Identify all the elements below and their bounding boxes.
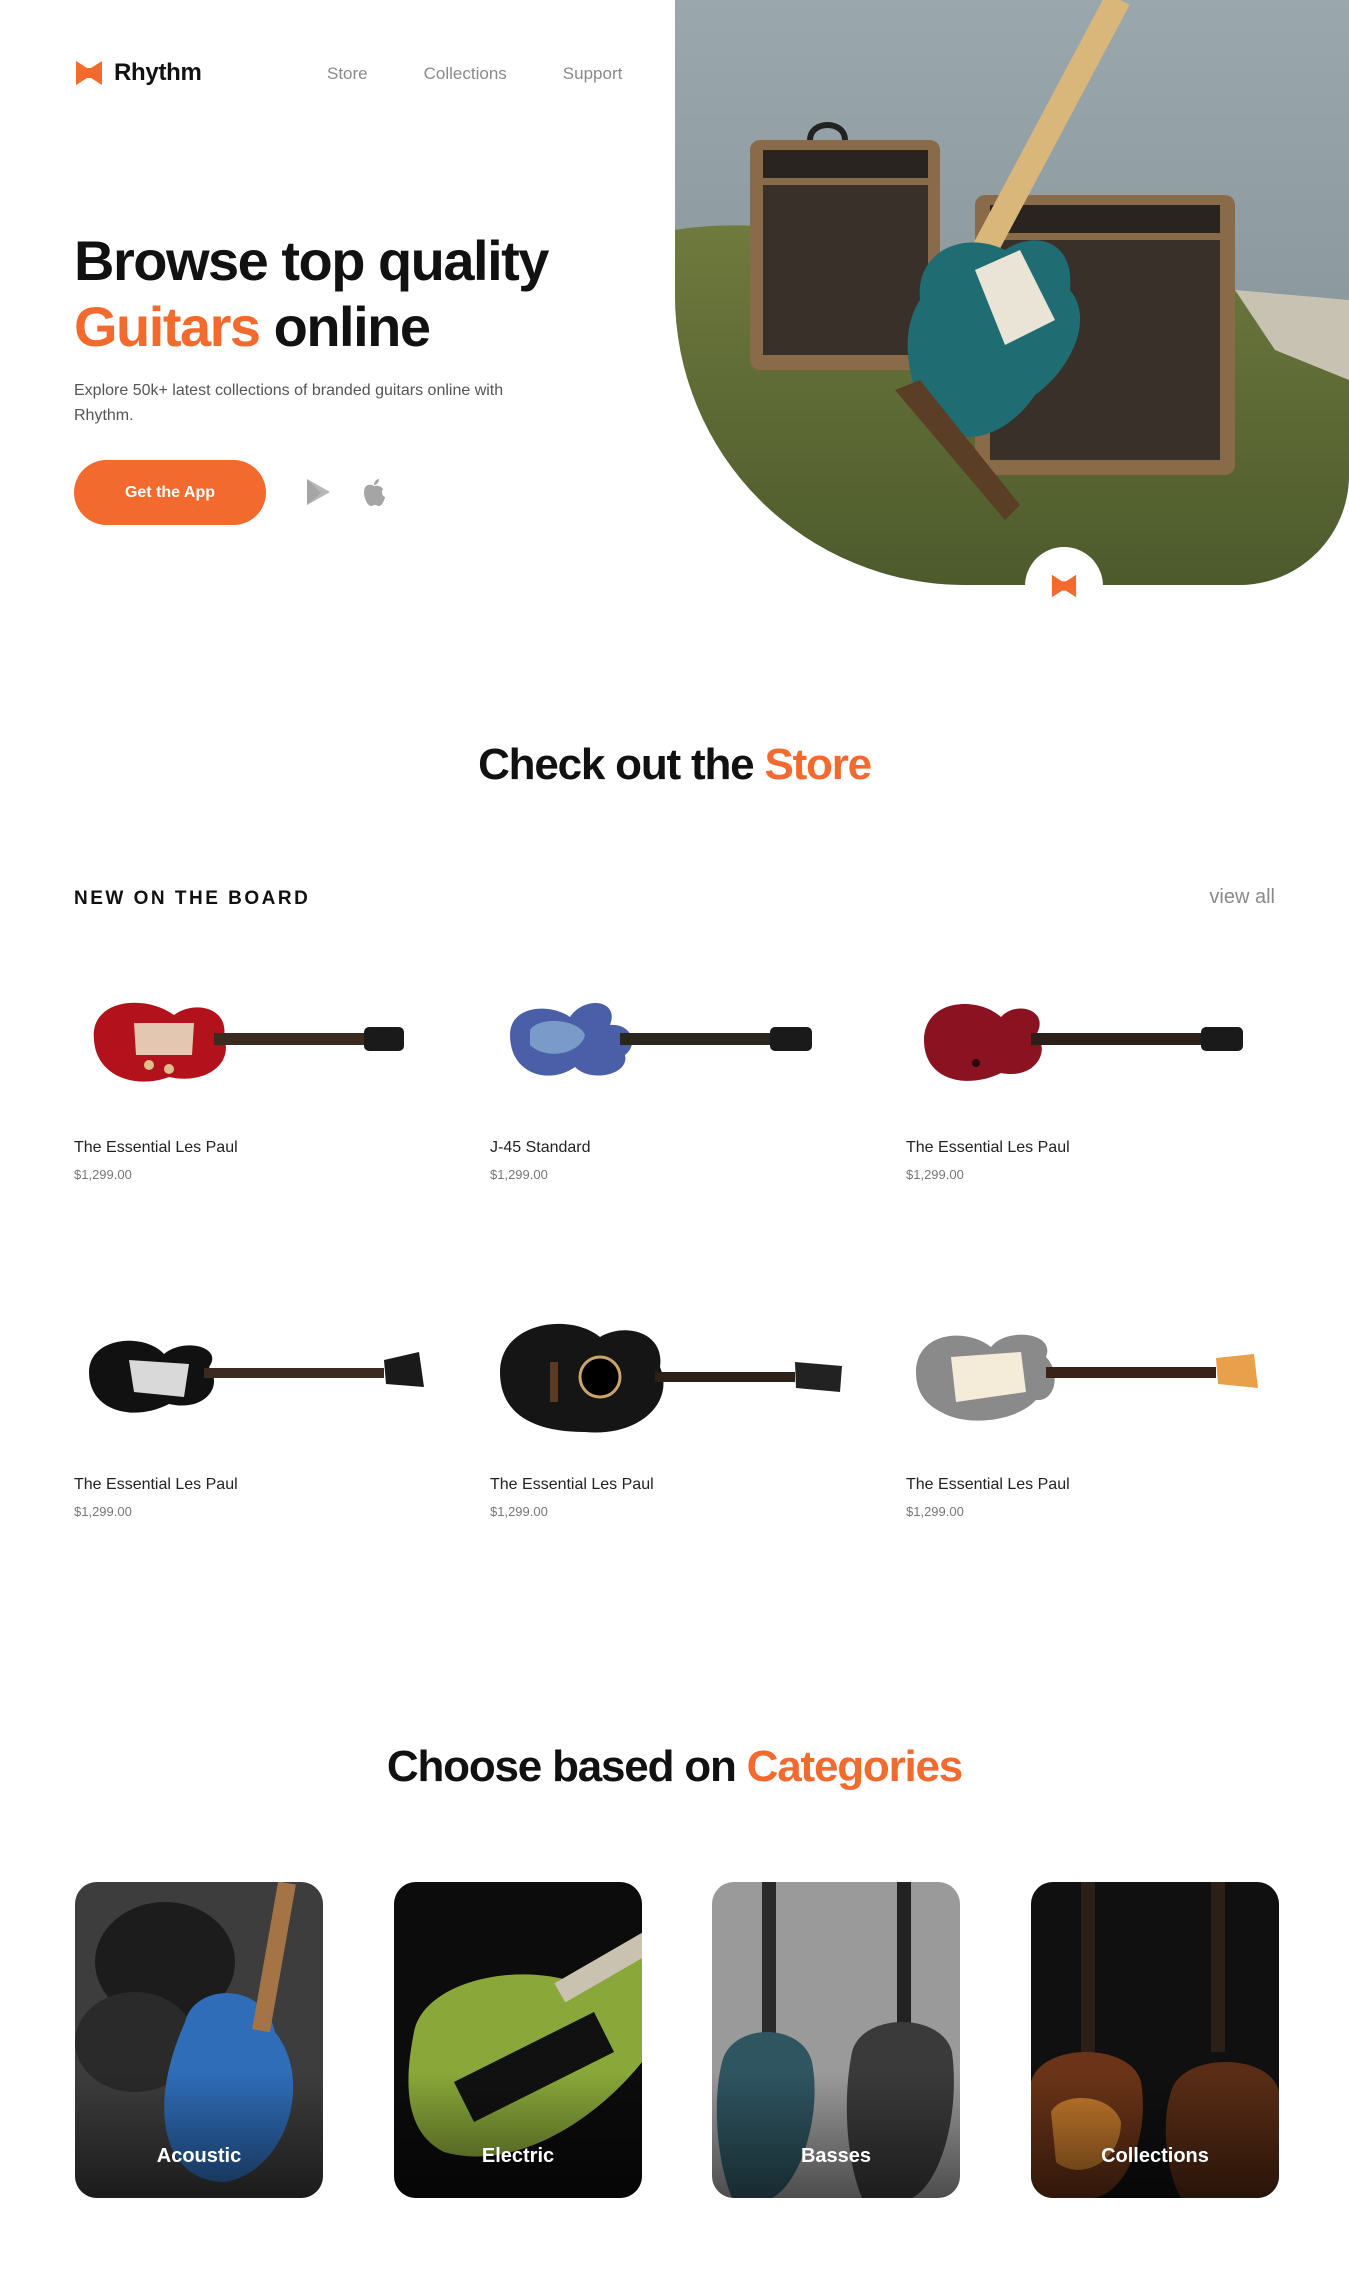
- category-card-acoustic[interactable]: Acoustic: [75, 1882, 323, 2198]
- category-label: Electric: [481, 2145, 555, 2167]
- product-card[interactable]: The Essential Les Paul $1,299.00: [906, 1292, 1266, 1519]
- nav-support[interactable]: Support: [563, 64, 623, 84]
- hero-subtitle: Explore 50k+ latest collections of brand…: [74, 382, 504, 424]
- bowtie-logo-icon: [1051, 574, 1077, 598]
- category-card-basses[interactable]: Basses: [712, 1882, 960, 2198]
- hero-title-accent: Guitars: [74, 295, 261, 358]
- hero-guitar-photo: [675, 0, 1349, 585]
- hero-logo-badge: [1025, 547, 1103, 625]
- black-acoustic-guitar-icon: [500, 1323, 842, 1433]
- category-label: Basses: [800, 2145, 872, 2167]
- product-price: $1,299.00: [490, 1167, 548, 1182]
- product-name: J-45 Standard: [490, 1139, 591, 1156]
- product-price: $1,299.00: [74, 1504, 132, 1519]
- product-card[interactable]: The Essential Les Paul $1,299.00: [490, 1292, 850, 1519]
- category-card-collections[interactable]: Collections: [1031, 1882, 1279, 2198]
- category-card-electric[interactable]: Electric: [394, 1882, 642, 2198]
- google-play-icon[interactable]: [302, 476, 334, 508]
- categories-title-accent: Categories: [746, 1742, 964, 1791]
- product-name: The Essential Les Paul: [74, 1476, 238, 1493]
- main-nav: Store Collections Support: [327, 64, 622, 84]
- product-price: $1,299.00: [906, 1504, 964, 1519]
- red-les-paul-guitar-icon: [93, 1002, 404, 1082]
- blue-sg-guitar-icon: [510, 1003, 812, 1076]
- view-all-link[interactable]: view all: [1209, 886, 1275, 909]
- categories-section-title: Choose based on Categories: [0, 1742, 1349, 1792]
- cherry-double-cut-guitar-icon: [924, 1004, 1243, 1081]
- category-label: Collections: [1101, 2145, 1209, 2167]
- category-label: Acoustic: [156, 2145, 242, 2167]
- new-on-board-label: NEW ON THE BOARD: [74, 888, 311, 909]
- brand-name: Rhythm: [114, 59, 202, 86]
- product-card[interactable]: The Essential Les Paul $1,299.00: [906, 955, 1266, 1182]
- store-section-title: Check out the Store: [0, 740, 1349, 790]
- product-price: $1,299.00: [74, 1167, 132, 1182]
- product-name: The Essential Les Paul: [906, 1476, 1070, 1493]
- product-card[interactable]: J-45 Standard $1,299.00: [490, 955, 850, 1182]
- store-title-accent: Store: [764, 740, 872, 789]
- bowtie-logo-icon: [76, 61, 102, 85]
- hero-title: Browse top quality Guitars online: [74, 228, 549, 360]
- apple-icon[interactable]: [358, 476, 390, 508]
- product-card[interactable]: The Essential Les Paul $1,299.00: [74, 955, 434, 1182]
- brand-logo[interactable]: Rhythm: [74, 58, 202, 88]
- hero-title-line1: Browse top quality: [74, 229, 549, 292]
- product-name: The Essential Les Paul: [490, 1476, 654, 1493]
- get-the-app-button[interactable]: Get the App: [74, 460, 266, 525]
- product-name: The Essential Les Paul: [906, 1139, 1070, 1156]
- product-price: $1,299.00: [490, 1504, 548, 1519]
- product-card[interactable]: The Essential Les Paul $1,299.00: [74, 1292, 434, 1519]
- product-price: $1,299.00: [906, 1167, 964, 1182]
- product-name: The Essential Les Paul: [74, 1139, 238, 1156]
- nav-collections[interactable]: Collections: [424, 64, 507, 84]
- silver-stratocaster-guitar-icon: [916, 1334, 1258, 1421]
- categories-title-prefix: Choose based on: [386, 1742, 747, 1791]
- store-title-prefix: Check out the: [478, 740, 765, 789]
- nav-store[interactable]: Store: [327, 64, 368, 84]
- hero-title-rest: online: [259, 295, 431, 358]
- black-bass-guitar-icon: [89, 1340, 424, 1413]
